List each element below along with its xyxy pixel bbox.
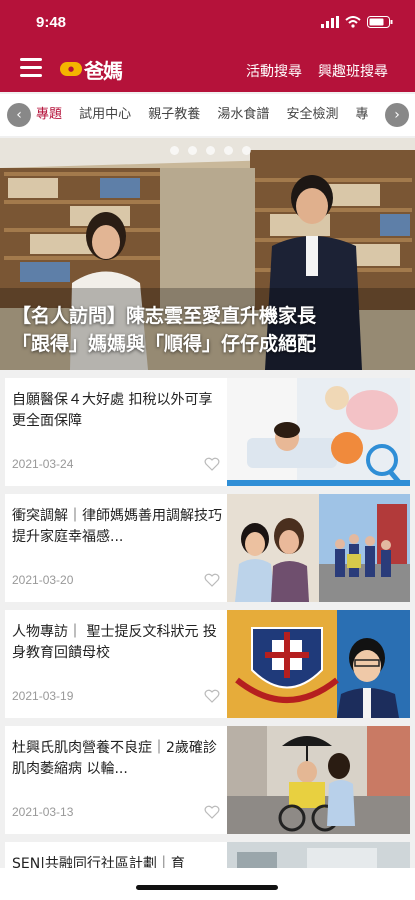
app-logo[interactable]: ● 爸媽	[60, 57, 123, 83]
tab-row: 專題 試用中心 親子教養 湯水食譜 安全檢測 專	[36, 94, 381, 136]
article-date: 2021-03-19	[12, 689, 74, 703]
heart-icon[interactable]	[204, 456, 220, 472]
article-date: 2021-03-24	[12, 457, 74, 471]
bottom-safe-area	[0, 868, 415, 900]
article-card[interactable]: 人物專訪｜ 聖士提反文科狀元 投身教育回饋母校 2021-03-19	[5, 610, 410, 718]
hero-title-line1: 【名人訪問】陳志雲至愛直升機家長	[12, 305, 317, 327]
status-icons	[321, 16, 393, 28]
article-card[interactable]: 杜興氏肌肉營養不良症｜2歲確診肌肉萎縮病 以輪... 2021-03-13	[5, 726, 410, 834]
article-date: 2021-03-13	[12, 805, 74, 819]
heart-icon[interactable]	[204, 804, 220, 820]
carousel-dot[interactable]	[224, 146, 233, 155]
status-bar: 9:48	[0, 0, 415, 46]
article-title: 人物專訪｜ 聖士提反文科狀元 投身教育回饋母校	[12, 624, 217, 661]
article-thumbnail	[227, 378, 410, 486]
app-header: 9:48 ● 爸媽 活動搜尋 興趣班搜尋	[0, 0, 415, 92]
carousel-dot[interactable]	[242, 146, 251, 155]
hero-banner[interactable]: 【名人訪問】陳志雲至愛直升機家長 「跟得」媽媽與「順得」仔仔成絕配	[0, 138, 415, 370]
article-thumbnail	[227, 726, 410, 834]
activity-search-link[interactable]: 活動搜尋	[246, 61, 302, 81]
menu-icon[interactable]	[20, 58, 42, 78]
heart-icon[interactable]	[204, 688, 220, 704]
carousel-dot[interactable]	[188, 146, 197, 155]
tab-feature[interactable]: 專題	[36, 94, 62, 136]
article-title: 衝突調解｜律師媽媽善用調解技巧提升家庭幸福感...	[12, 508, 222, 545]
carousel-dots	[170, 146, 251, 155]
carousel-dot[interactable]	[206, 146, 215, 155]
status-time: 9:48	[36, 14, 67, 31]
category-tabs: ‹ 專題 試用中心 親子教養 湯水食譜 安全檢測 專 ›	[0, 94, 415, 136]
tab-parenting[interactable]: 親子教養	[148, 94, 200, 136]
home-indicator[interactable]	[136, 885, 278, 890]
tab-trial-center[interactable]: 試用中心	[79, 94, 131, 136]
battery-icon	[367, 16, 393, 28]
tab-safety-test[interactable]: 安全檢測	[286, 94, 338, 136]
chevron-left-icon[interactable]: ‹	[7, 103, 31, 127]
tab-soup-recipes[interactable]: 湯水食譜	[217, 94, 269, 136]
nav-header: ● 爸媽 活動搜尋 興趣班搜尋	[0, 46, 415, 92]
hero-title: 【名人訪問】陳志雲至愛直升機家長 「跟得」媽媽與「順得」仔仔成絕配	[12, 302, 412, 358]
tab-more[interactable]: 專	[356, 94, 369, 136]
logo-text: 爸媽	[84, 58, 123, 83]
hero-title-line2: 「跟得」媽媽與「順得」仔仔成絕配	[12, 333, 317, 355]
article-thumbnail	[227, 494, 410, 602]
article-title: 杜興氏肌肉營養不良症｜2歲確診肌肉萎縮病 以輪...	[12, 740, 217, 777]
signal-icon	[321, 16, 339, 28]
article-thumbnail	[227, 610, 410, 718]
article-card[interactable]: 自願醫保４大好處 扣稅以外可享更全面保障 2021-03-24	[5, 378, 410, 486]
article-title: 自願醫保４大好處 扣稅以外可享更全面保障	[12, 392, 213, 429]
class-search-link[interactable]: 興趣班搜尋	[318, 61, 388, 81]
logo-badge-icon: ●	[60, 62, 82, 76]
carousel-dot[interactable]	[170, 146, 179, 155]
article-date: 2021-03-20	[12, 573, 74, 587]
heart-icon[interactable]	[204, 572, 220, 588]
wifi-icon	[345, 16, 361, 28]
chevron-right-icon[interactable]: ›	[385, 103, 409, 127]
article-card[interactable]: 衝突調解｜律師媽媽善用調解技巧提升家庭幸福感... 2021-03-20	[5, 494, 410, 602]
